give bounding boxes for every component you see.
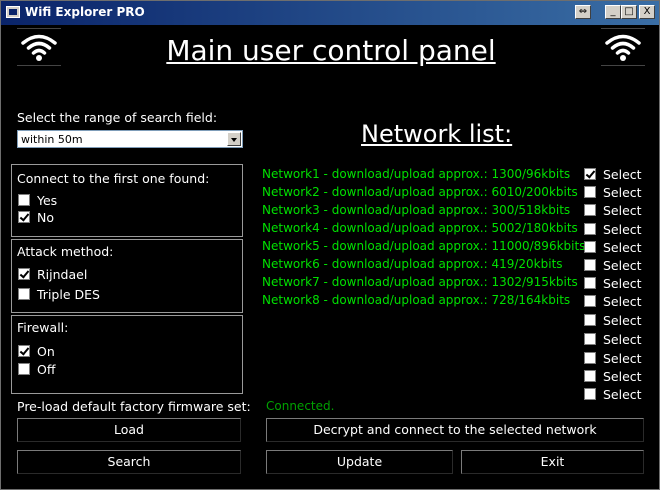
close-button[interactable]: X (639, 5, 655, 19)
network-select-checkbox[interactable] (584, 352, 596, 364)
firewall-on-checkbox[interactable] (18, 345, 30, 357)
connect-yes-label: Yes (37, 193, 58, 208)
exit-button[interactable]: Exit (461, 450, 644, 474)
search-button[interactable]: Search (17, 450, 241, 474)
rijndael-checkbox[interactable] (18, 268, 30, 280)
network-select-checkbox[interactable] (584, 388, 596, 400)
network-select-label: Select (603, 222, 642, 237)
firewall-off-label: Off (37, 362, 56, 377)
triple-des-checkbox[interactable] (18, 288, 30, 300)
network-select-checkbox[interactable] (584, 186, 596, 198)
title-bar[interactable]: Wifi Explorer PRO ⇔ _ □ X (1, 1, 659, 25)
rijndael-label: Rijndael (37, 267, 88, 282)
network-item: Network4 - download/upload approx.: 5002… (262, 221, 578, 235)
page-title: Main user control panel (166, 34, 496, 67)
network-select-label: Select (603, 387, 642, 402)
range-label: Select the range of search field: (17, 110, 218, 125)
range-select[interactable]: within 50m (17, 130, 243, 148)
minimize-button[interactable]: _ (605, 5, 621, 19)
network-item: Network3 - download/upload approx.: 300/… (262, 203, 571, 217)
connect-yes-checkbox[interactable] (18, 194, 30, 206)
network-item: Network5 - download/upload approx.: 1100… (262, 239, 586, 253)
decrypt-connect-button[interactable]: Decrypt and connect to the selected netw… (266, 418, 644, 442)
network-select-checkbox[interactable] (584, 259, 596, 271)
network-select-checkbox[interactable] (584, 295, 596, 307)
network-item: Network1 - download/upload approx.: 1300… (262, 167, 571, 181)
network-select-checkbox[interactable] (584, 204, 596, 216)
firmware-label: Pre-load default factory firmware set: (17, 399, 251, 414)
firewall-title: Firewall: (17, 320, 69, 335)
network-select-label: Select (603, 313, 642, 328)
network-item: Network8 - download/upload approx.: 728/… (262, 293, 571, 307)
firewall-group: Firewall: On Off (11, 315, 243, 394)
network-item: Network2 - download/upload approx.: 6010… (262, 185, 578, 199)
network-select-checkbox[interactable] (584, 223, 596, 235)
network-select-label: Select (603, 203, 642, 218)
maximize-button[interactable]: □ (621, 5, 637, 19)
network-select-label: Select (603, 294, 642, 309)
network-select-label: Select (603, 258, 642, 273)
app-window: Wifi Explorer PRO ⇔ _ □ X Main user cont… (0, 0, 660, 490)
network-select-checkbox[interactable] (584, 370, 596, 382)
network-select-label: Select (603, 185, 642, 200)
chevron-down-icon[interactable] (227, 132, 241, 146)
attack-method-title: Attack method: (17, 244, 114, 259)
network-select-checkbox[interactable] (584, 314, 596, 326)
load-button[interactable]: Load (17, 418, 241, 442)
connect-no-checkbox[interactable] (18, 211, 30, 223)
network-item: Network7 - download/upload approx.: 1302… (262, 275, 578, 289)
update-button[interactable]: Update (266, 450, 453, 474)
connect-no-label: No (37, 210, 54, 225)
network-item: Network6 - download/upload approx.: 419/… (262, 257, 563, 271)
connect-first-group: Connect to the first one found: Yes No (11, 164, 243, 237)
network-select-checkbox[interactable] (584, 168, 596, 180)
window-title: Wifi Explorer PRO (25, 5, 145, 19)
network-select-checkbox[interactable] (584, 277, 596, 289)
network-select-checkbox[interactable] (584, 241, 596, 253)
network-select-label: Select (603, 369, 642, 384)
network-select-label: Select (603, 240, 642, 255)
network-list-title: Network list: (361, 120, 513, 148)
firewall-on-label: On (37, 344, 55, 359)
triple-des-label: Triple DES (37, 287, 100, 302)
network-select-label: Select (603, 167, 642, 182)
status-text: Connected. (266, 399, 335, 413)
attack-method-group: Attack method: Rijndael Triple DES (11, 239, 243, 313)
range-selected-value: within 50m (21, 133, 83, 146)
restore-button[interactable]: ⇔ (575, 5, 591, 19)
network-select-label: Select (603, 351, 642, 366)
network-select-label: Select (603, 332, 642, 347)
firewall-off-checkbox[interactable] (18, 363, 30, 375)
app-icon (6, 6, 20, 18)
network-select-checkbox[interactable] (584, 333, 596, 345)
network-select-label: Select (603, 276, 642, 291)
connect-first-title: Connect to the first one found: (17, 171, 210, 186)
